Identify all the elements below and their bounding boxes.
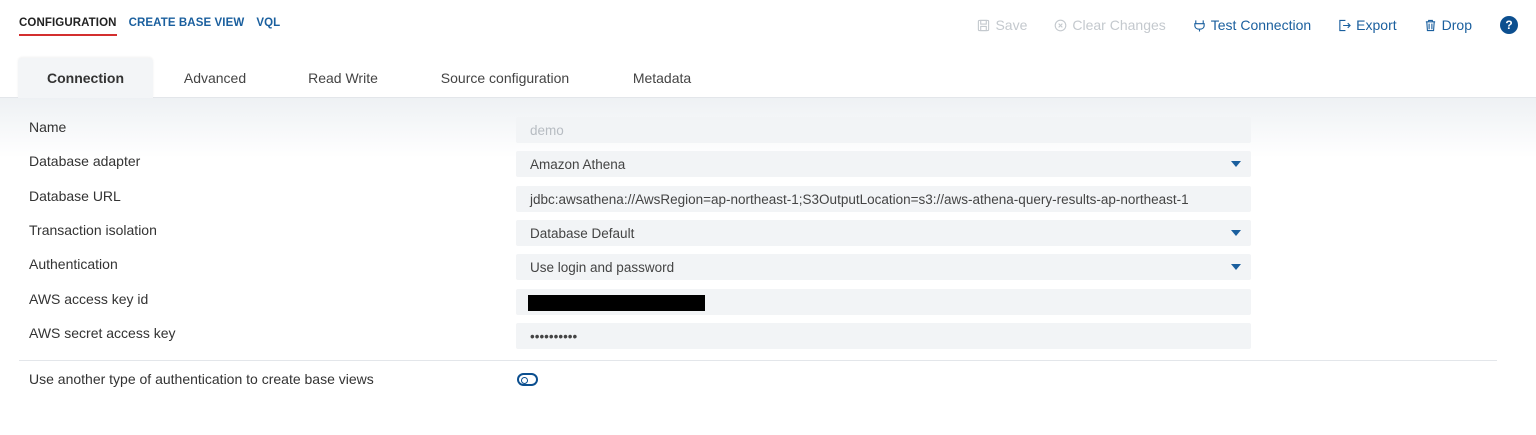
export-icon	[1339, 19, 1352, 31]
aws-secret-key-field[interactable]: ••••••••••	[516, 323, 1251, 349]
top-nav: CONFIGURATION CREATE BASE VIEW VQL	[19, 17, 280, 36]
plug-icon	[1194, 19, 1205, 32]
other-auth-label: Use another type of authentication to cr…	[29, 371, 374, 387]
export-button[interactable]: Export	[1338, 17, 1397, 33]
save-label: Save	[995, 17, 1028, 33]
tab-source-configuration[interactable]: Source configuration	[425, 58, 585, 98]
drop-button[interactable]: Drop	[1424, 17, 1472, 33]
transaction-isolation-label: Transaction isolation	[29, 222, 157, 238]
nav-configuration[interactable]: CONFIGURATION	[19, 17, 117, 36]
authentication-value: Use login and password	[530, 259, 675, 275]
transaction-isolation-select[interactable]: Database Default	[516, 220, 1251, 246]
database-adapter-select[interactable]: Amazon Athena	[516, 151, 1251, 177]
help-icon[interactable]: ?	[1500, 16, 1518, 34]
database-url-label: Database URL	[29, 188, 121, 204]
clear-changes-label: Clear Changes	[1072, 17, 1166, 33]
save-button[interactable]: Save	[977, 17, 1027, 33]
authentication-select[interactable]: Use login and password	[516, 254, 1251, 280]
aws-access-key-label: AWS access key id	[29, 291, 149, 307]
database-adapter-value: Amazon Athena	[530, 156, 626, 172]
save-icon	[978, 19, 990, 31]
database-adapter-label: Database adapter	[29, 153, 141, 169]
clear-icon	[1055, 19, 1067, 31]
form-row-secret-key: AWS secret access key ••••••••••	[0, 319, 1536, 349]
redacted-value	[528, 295, 705, 311]
trash-icon	[1425, 19, 1435, 31]
caret-down-icon	[1231, 264, 1241, 270]
aws-secret-key-label: AWS secret access key	[29, 325, 176, 341]
authentication-label: Authentication	[29, 256, 118, 272]
nav-vql[interactable]: VQL	[256, 17, 280, 36]
form-row-adapter: Database adapter Amazon Athena	[0, 147, 1536, 177]
form-divider	[19, 360, 1497, 361]
form-row-isolation: Transaction isolation Database Default	[0, 216, 1536, 246]
export-label: Export	[1356, 17, 1397, 33]
name-field: demo	[516, 117, 1251, 143]
tab-bar: Connection Advanced Read Write Source co…	[0, 48, 1536, 158]
drop-label: Drop	[1441, 17, 1472, 33]
form-row-access-key: AWS access key id	[0, 285, 1536, 315]
other-auth-toggle[interactable]	[517, 373, 538, 386]
caret-down-icon	[1231, 161, 1241, 167]
nav-create-base-view[interactable]: CREATE BASE VIEW	[129, 17, 245, 36]
clear-changes-button[interactable]: Clear Changes	[1054, 17, 1166, 33]
form-row-name: Name demo	[0, 113, 1536, 143]
tab-metadata[interactable]: Metadata	[617, 58, 707, 98]
name-label: Name	[29, 119, 67, 135]
caret-down-icon	[1231, 230, 1241, 236]
test-connection-label: Test Connection	[1210, 17, 1312, 33]
database-url-field[interactable]: jdbc:awsathena://AwsRegion=ap-northeast-…	[516, 186, 1251, 212]
toolbar: Save Clear Changes Test Connection Expor…	[950, 14, 1518, 36]
form-row-other-auth: Use another type of authentication to cr…	[0, 365, 1536, 393]
top-bar: CONFIGURATION CREATE BASE VIEW VQL Save …	[0, 0, 1536, 48]
tab-advanced[interactable]: Advanced	[165, 58, 265, 98]
tab-connection[interactable]: Connection	[18, 58, 153, 98]
aws-access-key-field[interactable]	[516, 289, 1251, 315]
form-row-url: Database URL jdbc:awsathena://AwsRegion=…	[0, 182, 1536, 212]
test-connection-button[interactable]: Test Connection	[1193, 17, 1311, 33]
form-row-authentication: Authentication Use login and password	[0, 250, 1536, 280]
transaction-isolation-value: Database Default	[530, 225, 635, 241]
tab-read-write[interactable]: Read Write	[293, 58, 393, 98]
